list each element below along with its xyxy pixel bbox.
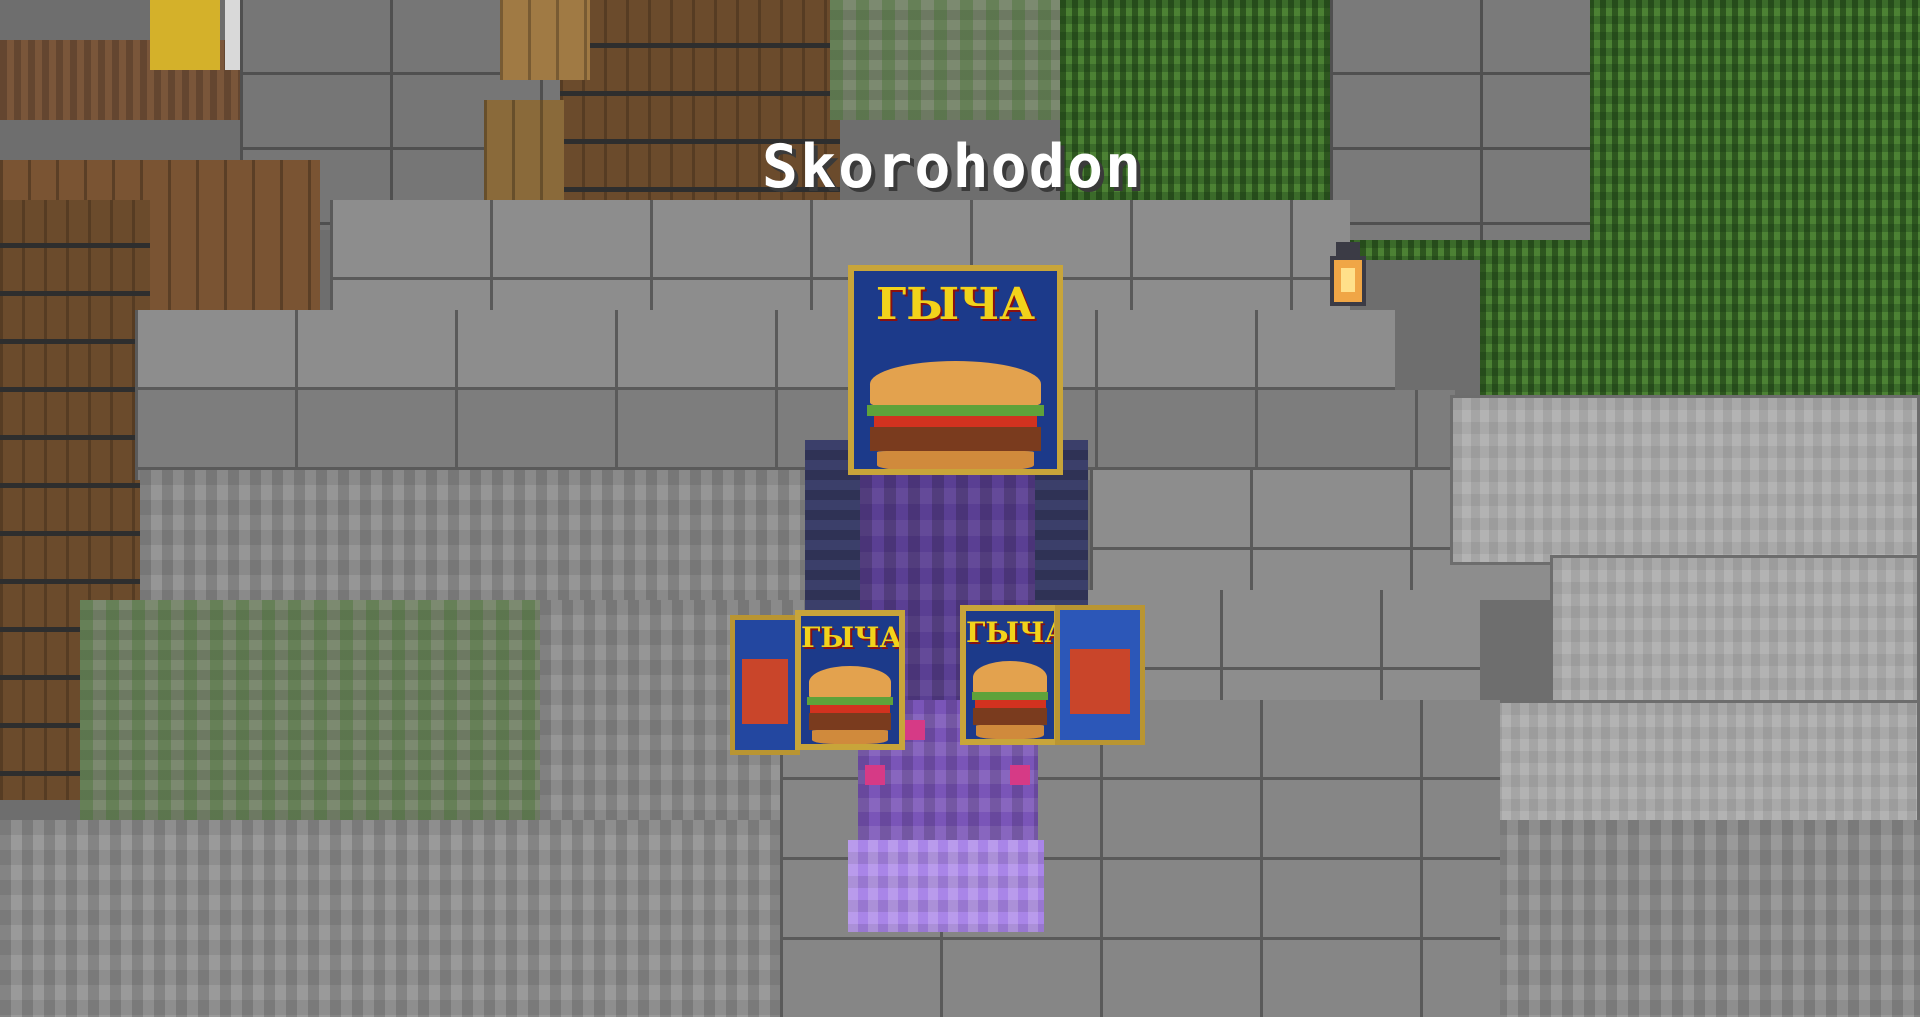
left-can-label: ГЫЧА (801, 621, 903, 655)
spam-can-icon: ГЫЧА (848, 265, 1063, 475)
stone-brick-wall-upper (330, 200, 1350, 320)
wooden-crate (484, 100, 564, 210)
player-nametag: Skorohodon (761, 132, 1144, 202)
lantern-icon (1330, 242, 1366, 322)
right-can-side (1055, 605, 1145, 745)
head-can-label: ГЫЧА (875, 278, 1036, 330)
stone-brick-wall-middle (135, 310, 1395, 400)
burger-icon (866, 361, 1045, 469)
stone-brick-wall-lower (135, 390, 1455, 480)
burger-icon (807, 666, 893, 744)
armor-trim-accent-2 (865, 765, 885, 785)
spam-can-icon: ГЫЧА (795, 610, 905, 750)
armor-trim-accent-1 (905, 720, 925, 740)
smooth-stone-block-right-top (1450, 395, 1920, 565)
spam-can-icon: ГЫЧА (960, 605, 1060, 745)
player-boots (848, 840, 1044, 932)
mossy-block-upper (830, 0, 1070, 120)
burger-icon (971, 661, 1049, 739)
stone-wall-right-upper (1330, 0, 1590, 240)
left-can-side (730, 615, 800, 755)
yellow-banner (150, 0, 220, 70)
right-can-label: ГЫЧА (966, 616, 1060, 650)
game-viewport[interactable]: ГЫЧА ГЫЧА ГЫЧА Skorohodon (0, 0, 1920, 1017)
ladder (500, 0, 590, 80)
cobblestone-ledge-upper (140, 470, 860, 620)
armor-trim-accent-3 (1010, 765, 1030, 785)
